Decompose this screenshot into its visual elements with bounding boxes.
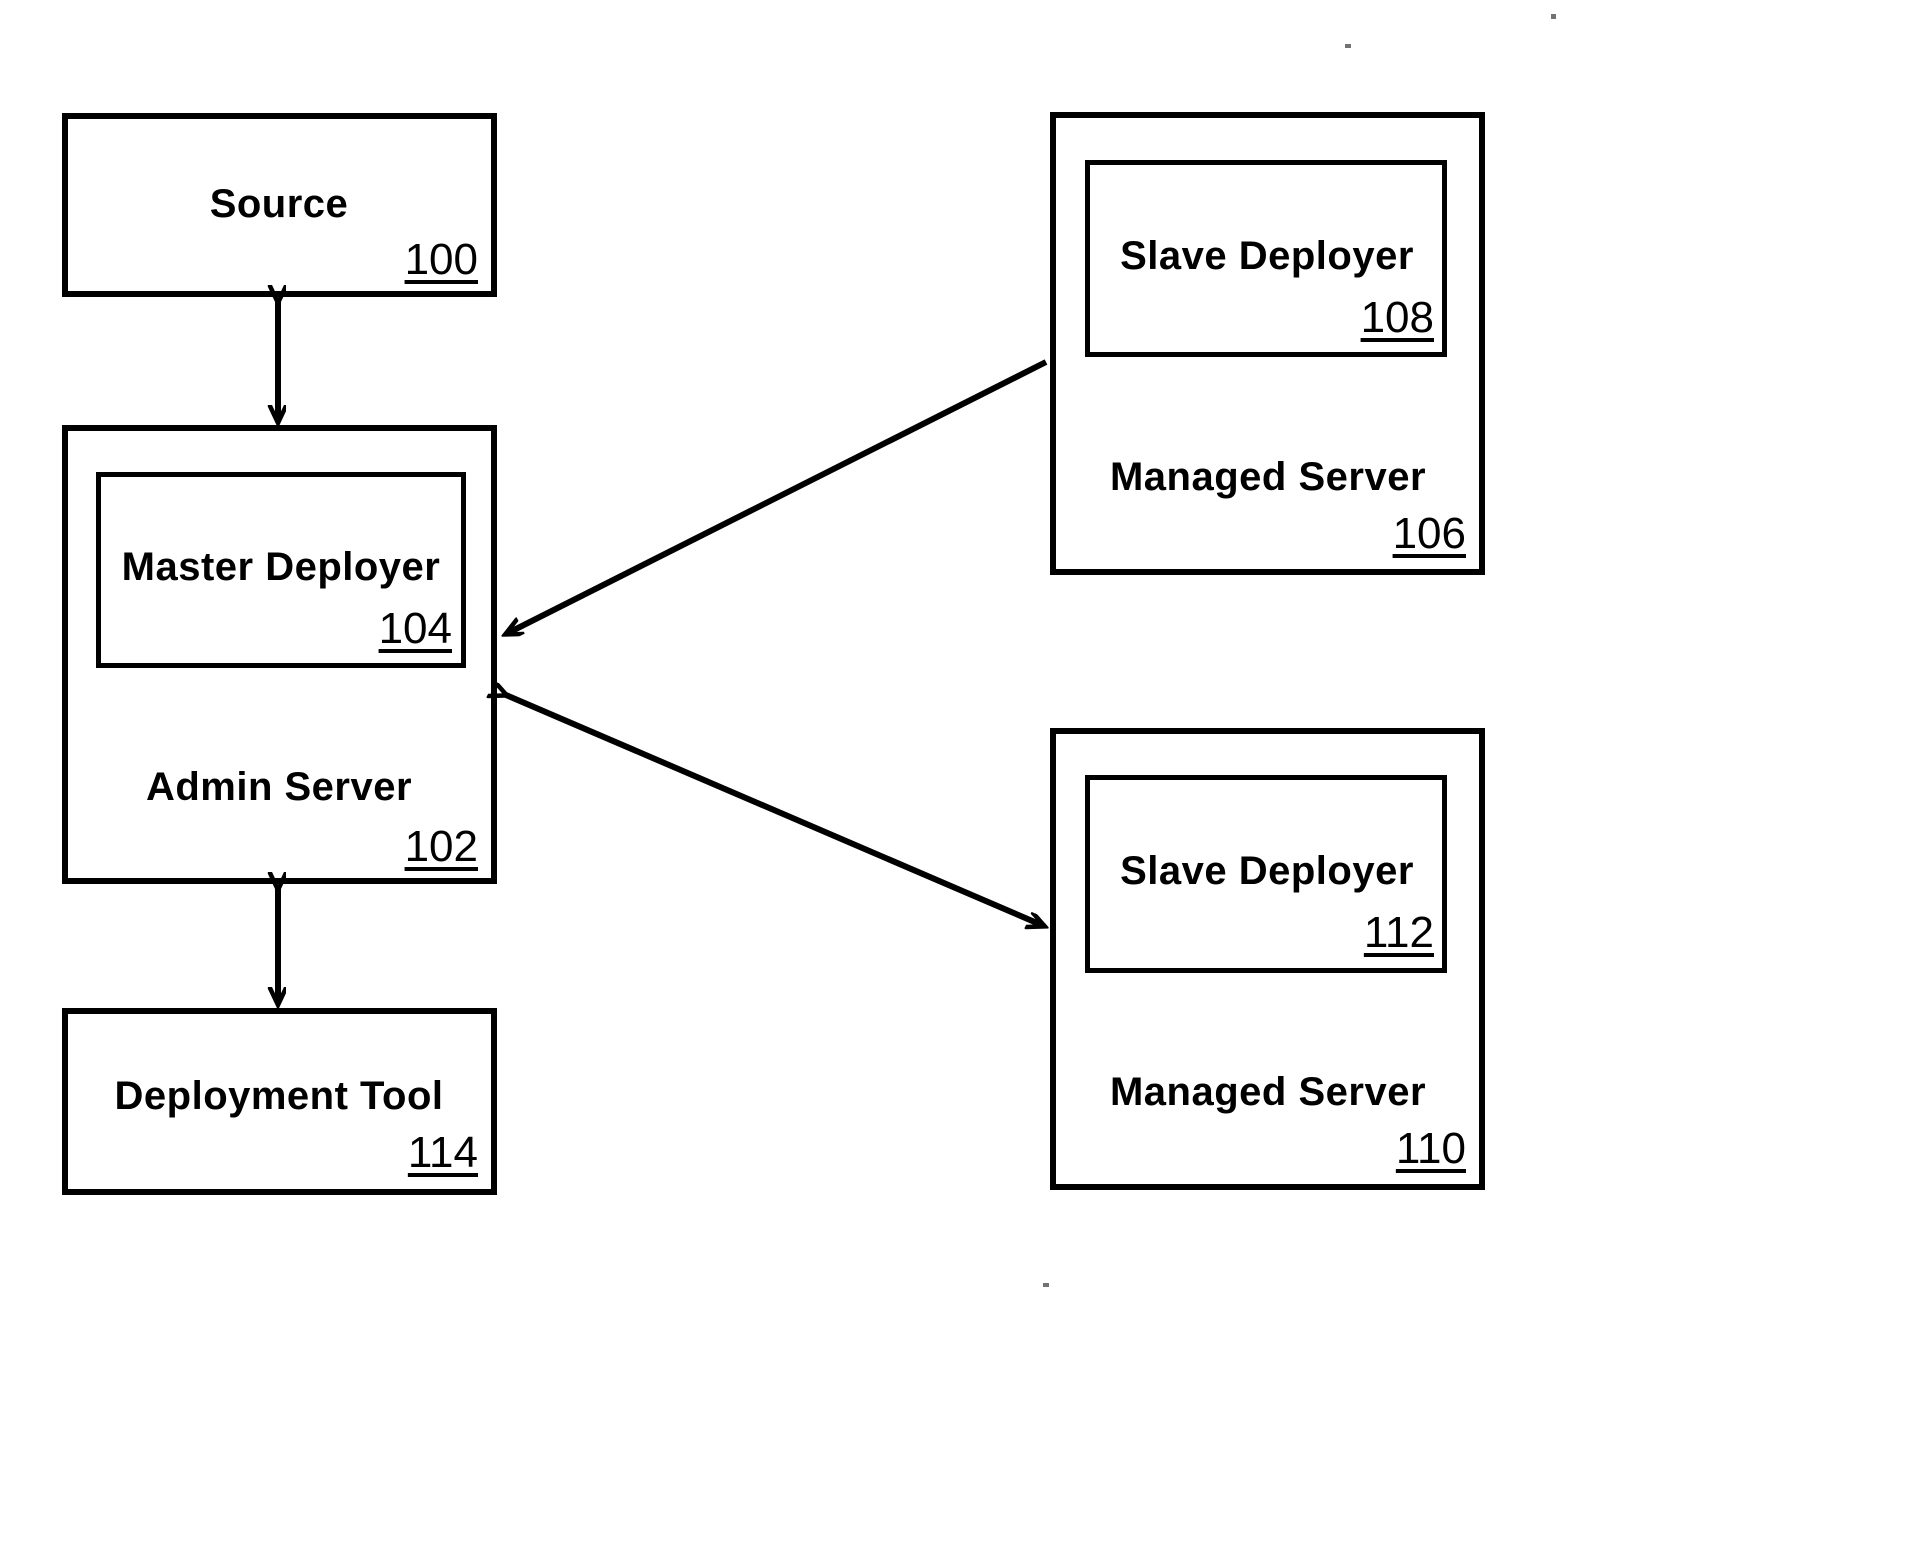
node-slave-deployer-108-title: Slave Deployer bbox=[1120, 234, 1414, 278]
node-admin-server-ref: 102 bbox=[404, 822, 478, 871]
node-slave-deployer-112-title: Slave Deployer bbox=[1120, 849, 1414, 893]
scan-speck bbox=[1043, 1283, 1049, 1287]
connector-admin-server-managed-server-110 bbox=[506, 695, 1044, 926]
scan-speck bbox=[1551, 14, 1556, 19]
node-managed-server-106-ref: 106 bbox=[1392, 509, 1466, 558]
node-master-deployer-title: Master Deployer bbox=[121, 545, 441, 589]
node-managed-server-110-title: Managed Server bbox=[1109, 1070, 1427, 1114]
node-source-ref: 100 bbox=[404, 235, 478, 284]
connector-managed-server-106-admin-server bbox=[506, 359, 1048, 634]
scan-speck bbox=[1345, 44, 1351, 48]
node-deployment-tool-title: Deployment Tool bbox=[114, 1074, 444, 1118]
node-deployment-tool-ref: 114 bbox=[407, 1128, 478, 1177]
node-slave-deployer-112-ref: 112 bbox=[1363, 908, 1434, 957]
node-admin-server-title: Admin Server bbox=[145, 765, 413, 809]
node-source-title: Source bbox=[209, 182, 349, 226]
node-slave-deployer-108-ref: 108 bbox=[1360, 293, 1434, 342]
node-master-deployer-ref: 104 bbox=[378, 604, 452, 653]
node-managed-server-110-ref: 110 bbox=[1395, 1124, 1466, 1173]
node-managed-server-106-title: Managed Server bbox=[1109, 455, 1427, 499]
diagram-canvas: Source 100 Admin Server 102 Master Deplo… bbox=[0, 0, 1907, 1545]
